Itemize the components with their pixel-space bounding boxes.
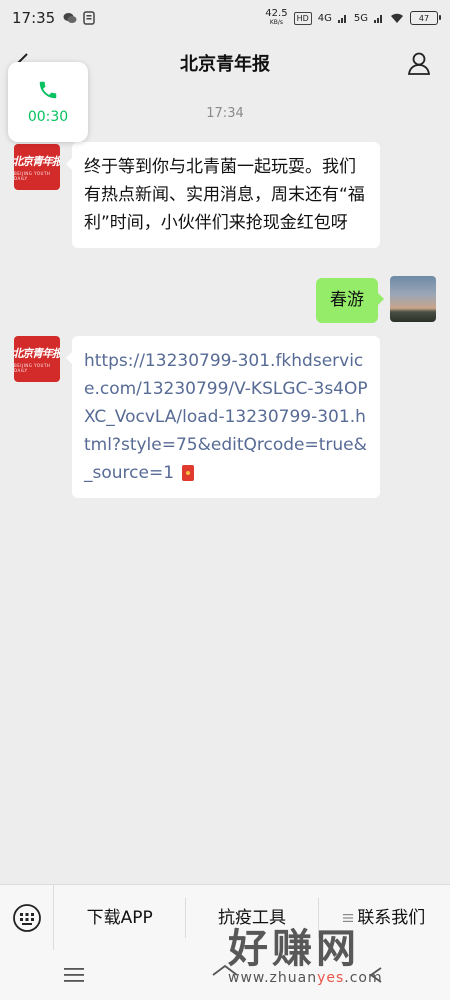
wechat-notification-icon [63, 13, 77, 23]
chat-title: 北京青年报 [180, 54, 270, 75]
net-speed: 42.5 KB/s [265, 9, 287, 27]
sender-logo-text: 北京青年报 [14, 155, 60, 168]
message-bubble-link: https://13230799-301.fkhdservice.com/132… [66, 336, 380, 498]
sender-avatar[interactable]: 北京青年报 BEIJING YOUTH DAILY [14, 336, 60, 382]
status-bar: 17:35 42.5 KB/s HD 4G 5G 47 [0, 0, 450, 36]
keyboard-toggle-button[interactable] [0, 884, 54, 951]
call-duration: 00:30 [27, 109, 69, 125]
signal-bars-icon [337, 15, 346, 23]
person-icon[interactable] [406, 50, 432, 76]
message-bubble-received[interactable]: 终于等到你与北青菌一起玩耍。我们有热点新闻、实用消息，周末还有“福利”时间，小伙… [66, 142, 380, 248]
menu-download-app[interactable]: 下载APP [54, 897, 187, 938]
signal-bars-2-icon [374, 15, 382, 23]
phone-icon [39, 81, 57, 99]
red-packet-icon [182, 465, 195, 481]
sender-logo-subtext: BEIJING YOUTH DAILY [14, 171, 51, 181]
status-notification-icons [63, 11, 95, 25]
bottom-menu-bar: 下载APP 抗疫工具 联系我们 [0, 884, 450, 951]
my-avatar[interactable] [390, 276, 436, 322]
signal-5g: 5G [353, 12, 368, 24]
app-notification-icon [83, 11, 95, 25]
keyboard-icon [12, 903, 41, 932]
signal-4g: 4G [317, 12, 332, 24]
wifi-icon [391, 13, 403, 23]
submenu-lines-icon [343, 913, 354, 922]
battery-level: 47 [418, 13, 430, 23]
message-link[interactable]: https://13230799-301.fkhdservice.com/132… [84, 351, 368, 483]
battery-icon: 47 [410, 11, 441, 25]
status-time: 17:35 [12, 9, 56, 27]
menu-epidemic-tools[interactable]: 抗疫工具 [186, 897, 319, 938]
menu-contact-us[interactable]: 联系我们 [319, 898, 450, 938]
status-right-icons: 42.5 KB/s HD 4G 5G 47 [265, 9, 441, 27]
sender-logo-subtext: BEIJING YOUTH DAILY [14, 363, 51, 373]
home-icon[interactable] [210, 964, 240, 986]
sender-logo-text: 北京青年报 [14, 347, 60, 360]
net-speed-unit: KB/s [269, 19, 284, 26]
back-nav-icon[interactable] [365, 965, 387, 985]
menu-contact-us-label: 联系我们 [357, 907, 426, 928]
net-speed-value: 42.5 [265, 8, 288, 19]
system-nav-bar [0, 950, 450, 1000]
hd-badge: HD [293, 11, 312, 25]
menu-icon[interactable] [63, 966, 85, 984]
message-text: 春游 [330, 290, 364, 310]
message-text: 终于等到你与北青菌一起玩耍。我们有热点新闻、实用消息，周末还有“福利”时间，小伙… [84, 157, 365, 233]
message-bubble-sent[interactable]: 春游 [316, 278, 384, 323]
voice-call-float[interactable]: 00:30 [8, 62, 88, 142]
sender-avatar[interactable]: 北京青年报 BEIJING YOUTH DAILY [14, 144, 60, 190]
